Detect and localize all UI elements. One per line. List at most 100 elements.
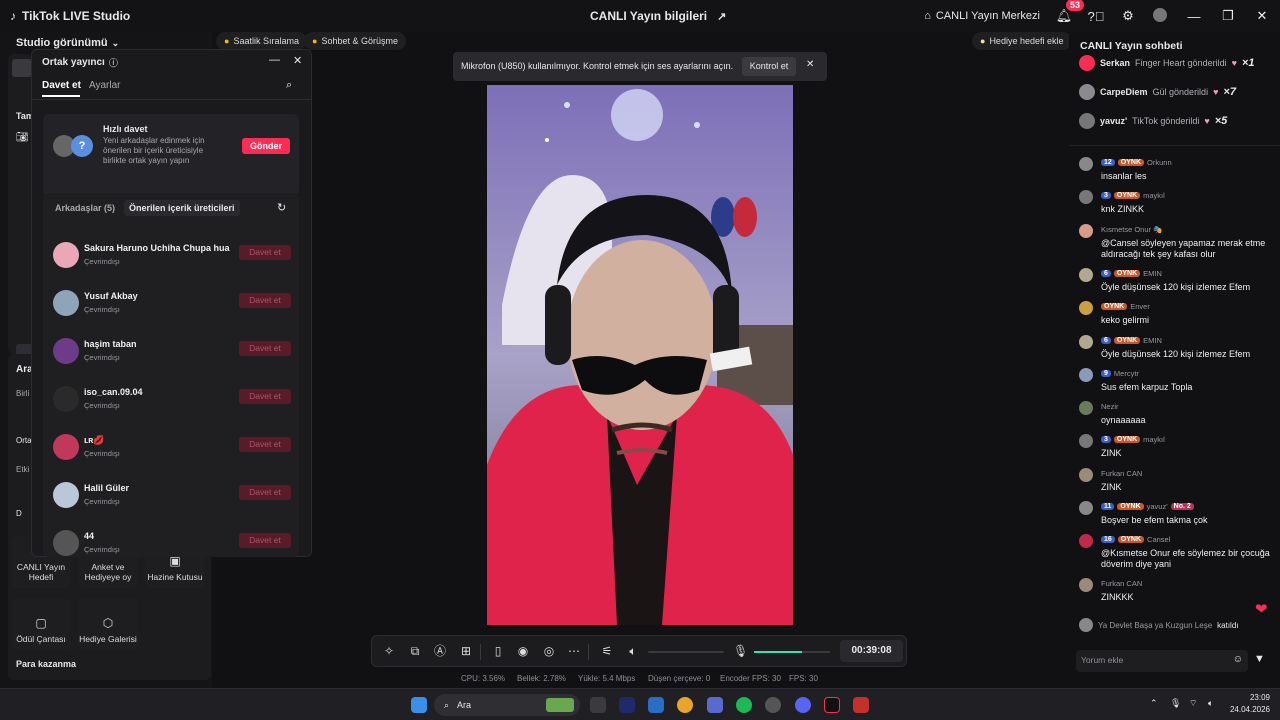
- filter-icon[interactable]: ▼: [1254, 653, 1265, 665]
- chat-message-header: Nezir: [1101, 402, 1119, 411]
- chat-message-header: Furkan CAN: [1101, 579, 1142, 588]
- volume-slider[interactable]: [648, 651, 724, 653]
- minimize-icon[interactable]: —: [1176, 9, 1212, 24]
- chat-user[interactable]: Mercytr: [1114, 369, 1139, 378]
- chat-message: Kısmetse Onur 🎭 @Cansel söyleyen yapamaz …: [1079, 224, 1275, 259]
- tiktok-icon[interactable]: [824, 697, 840, 713]
- tab-settings[interactable]: Ayarlar: [89, 80, 121, 91]
- effects-icon[interactable]: ⧉: [408, 644, 422, 658]
- invite-button[interactable]: Davet et: [239, 437, 291, 452]
- invite-button[interactable]: Davet et: [239, 485, 291, 500]
- microphone-icon[interactable]: 🎙︎: [1170, 698, 1181, 709]
- avatar: [1079, 578, 1093, 592]
- settings-app-icon[interactable]: [707, 697, 723, 713]
- chat-user[interactable]: Orkunn: [1147, 158, 1172, 167]
- tab-suggested[interactable]: Önerilen içerik üreticileri: [124, 200, 240, 216]
- outlook-icon[interactable]: [648, 697, 664, 713]
- refresh-icon[interactable]: ↻: [277, 201, 286, 214]
- invite-button[interactable]: Davet et: [239, 245, 291, 260]
- heart-icon[interactable]: ❤: [1255, 600, 1268, 618]
- dialog-title: Ortak yayıncı ⓘ: [42, 56, 118, 69]
- info-icon[interactable]: ⓘ: [109, 56, 118, 69]
- gift-icon: ♥: [1231, 58, 1237, 68]
- chat-user[interactable]: EMIN: [1143, 269, 1162, 278]
- mic-slider[interactable]: [754, 651, 830, 653]
- task-view-icon[interactable]: [590, 697, 606, 713]
- search-highlight-icon: [546, 698, 574, 712]
- invite-button[interactable]: Davet et: [239, 533, 291, 548]
- chat-user[interactable]: maykıl: [1143, 191, 1165, 200]
- taskbar-search[interactable]: ⌕ Ara: [434, 694, 580, 716]
- close-icon[interactable]: ✕: [1244, 8, 1280, 24]
- record-icon[interactable]: ◉: [516, 644, 530, 658]
- close-icon[interactable]: ✕: [806, 59, 814, 70]
- chat-user[interactable]: Nezir: [1101, 402, 1119, 411]
- comment-input[interactable]: Yorum ekle ☺: [1076, 650, 1248, 672]
- studio-view-dropdown[interactable]: Studio görünümü ⌄: [16, 37, 119, 49]
- chrome-icon[interactable]: [677, 697, 693, 713]
- camera-icon[interactable]: 📷︎: [16, 132, 29, 143]
- chat-user[interactable]: Furkan CAN: [1101, 579, 1142, 588]
- hourly-rank-button[interactable]: ● Saatlik Sıralama: [216, 32, 307, 50]
- send-button[interactable]: Gönder: [242, 138, 290, 154]
- scene-toggle[interactable]: [12, 59, 32, 77]
- spotify-icon[interactable]: [736, 697, 752, 713]
- chat-user[interactable]: yavuz': [1147, 502, 1168, 511]
- notifications-button[interactable]: 🔔︎ 53: [1048, 0, 1085, 24]
- wifi-icon[interactable]: ⌔: [1189, 698, 1197, 709]
- live-info-button[interactable]: CANLI Yayın bilgileri ↗: [590, 9, 726, 23]
- magic-wand-icon[interactable]: ✧: [382, 644, 396, 658]
- more-icon[interactable]: ⋯: [567, 644, 581, 658]
- screenshot-icon[interactable]: ◎: [542, 644, 556, 658]
- chat-user[interactable]: Furkan CAN: [1101, 469, 1142, 478]
- avatar[interactable]: [1144, 7, 1176, 25]
- live-center-button[interactable]: ⌂ CANLI Yayın Merkezi: [916, 10, 1048, 22]
- speaker-icon[interactable]: 🔈︎: [626, 644, 640, 658]
- tab-friends[interactable]: Arkadaşlar (5): [55, 203, 115, 213]
- chat-user[interactable]: maykıl: [1143, 435, 1165, 444]
- gift-gallery-tile[interactable]: ⬡ Hediye Galerisi: [78, 598, 138, 650]
- minimize-icon[interactable]: —: [269, 54, 280, 66]
- search-icon[interactable]: ⌕: [286, 79, 292, 92]
- chat-user[interactable]: Enver: [1130, 302, 1150, 311]
- speaker-icon[interactable]: 🔈︎: [1208, 698, 1213, 709]
- creator-status: Çevrimdışı: [84, 353, 120, 362]
- reward-bag-tile[interactable]: ▢ Ödül Çantası: [11, 598, 71, 650]
- emoji-icon[interactable]: ☺: [1233, 654, 1243, 665]
- live-timer: 00:39:08: [840, 640, 903, 662]
- chat-user[interactable]: Cansel: [1147, 535, 1170, 544]
- gift-count: ×1: [1241, 57, 1255, 69]
- upload-stat: Yükle: 5.4 Mbps: [578, 674, 636, 683]
- tiktok-live-studio-icon[interactable]: [853, 697, 869, 713]
- close-icon[interactable]: ✕: [293, 54, 302, 67]
- rank-badge: No. 2: [1170, 503, 1194, 510]
- tab-invite[interactable]: Davet et: [42, 80, 81, 91]
- gift-item: yavuz' TikTok gönderildi ♥ ×5: [1079, 111, 1227, 131]
- chevron-up-icon[interactable]: ⌃: [1150, 698, 1158, 709]
- taskbar: ⌕ Ara ⌃ 🎙︎ ⌔ 🔈︎ 23:09 24.04.2026: [0, 688, 1280, 720]
- tile-label: Hediye Galerisi: [79, 634, 137, 644]
- after-effects-icon[interactable]: [619, 697, 635, 713]
- invite-button[interactable]: Davet et: [239, 389, 291, 404]
- windows-start-icon[interactable]: [411, 697, 427, 713]
- chat-message: OYNK Enver keko gelirmi: [1079, 301, 1275, 331]
- chat-user[interactable]: Kısmetse Onur 🎭: [1101, 225, 1162, 234]
- microphone-icon[interactable]: 🎙︎: [733, 644, 748, 658]
- app-icon[interactable]: [765, 697, 781, 713]
- phone-icon[interactable]: ▯: [491, 644, 505, 658]
- gear-icon[interactable]: ⚙: [1112, 8, 1144, 24]
- sliders-icon[interactable]: ⚟: [600, 644, 614, 658]
- check-button[interactable]: Kontrol et: [742, 57, 796, 76]
- section-label-1: Birli: [16, 389, 30, 398]
- ai-icon[interactable]: Ⓐ: [433, 644, 447, 658]
- help-icon[interactable]: ?⃝: [1080, 9, 1112, 24]
- chat-meet-button[interactable]: ● Sohbet & Görüşme: [304, 32, 406, 50]
- avatar: [1079, 335, 1093, 349]
- invite-button[interactable]: Davet et: [239, 341, 291, 356]
- invite-button[interactable]: Davet et: [239, 293, 291, 308]
- gift-goal-button[interactable]: ● Hediye hedefi ekle: [972, 32, 1072, 50]
- maximize-icon[interactable]: ❐: [1212, 8, 1244, 24]
- add-icon[interactable]: ⊞: [459, 644, 473, 658]
- discord-icon[interactable]: [795, 697, 811, 713]
- chat-user[interactable]: EMIN: [1143, 336, 1162, 345]
